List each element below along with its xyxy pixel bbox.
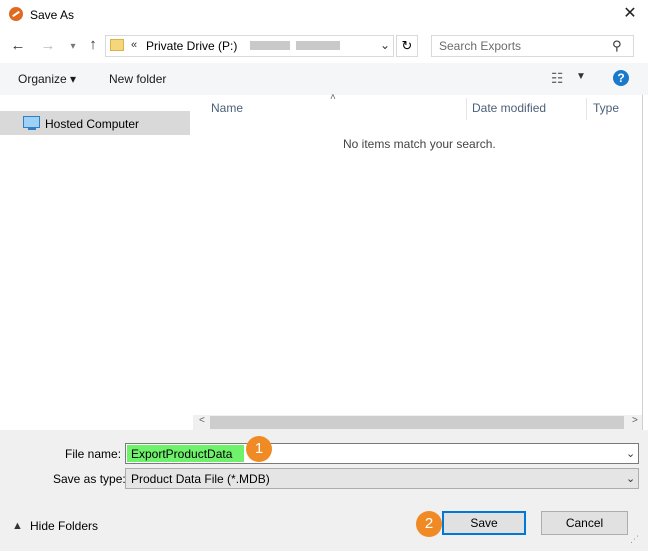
back-arrow-icon[interactable]: ← xyxy=(8,36,28,56)
step-badge-2: 2 xyxy=(416,511,442,537)
save-type-dropdown-icon[interactable]: ⌄ xyxy=(626,472,635,485)
close-icon[interactable]: ✕ xyxy=(619,3,641,25)
window-title: Save As xyxy=(30,8,75,22)
redacted-path-segment xyxy=(296,41,340,50)
up-arrow-icon[interactable]: ↑ xyxy=(83,35,103,55)
navigation-pane xyxy=(0,95,190,430)
view-options-icon[interactable]: ☷ xyxy=(551,70,564,87)
column-header-name[interactable]: Name xyxy=(211,101,243,115)
column-header-date-modified[interactable]: Date modified xyxy=(472,101,546,115)
file-name-label: File name: xyxy=(65,447,122,461)
column-divider[interactable] xyxy=(586,98,587,120)
file-name-dropdown-icon[interactable]: ⌄ xyxy=(626,447,635,460)
app-icon xyxy=(9,7,23,21)
refresh-icon[interactable]: ↻ xyxy=(396,35,418,57)
organize-button[interactable]: Organize ▾ xyxy=(18,72,76,86)
empty-message: No items match your search. xyxy=(343,137,496,151)
step-badge-1: 1 xyxy=(246,436,272,462)
scrollbar-thumb[interactable] xyxy=(210,416,624,429)
column-header-type[interactable]: Type xyxy=(593,101,619,115)
scroll-right-icon[interactable]: > xyxy=(632,415,638,426)
hide-folders-button[interactable]: Hide Folders xyxy=(30,519,98,533)
view-dropdown-icon[interactable]: ▼ xyxy=(576,71,586,82)
search-placeholder: Search Exports xyxy=(439,39,522,53)
redacted-path-segment xyxy=(250,41,290,50)
file-name-value[interactable]: ExportProductData xyxy=(131,447,232,461)
address-path[interactable]: Private Drive (P:) xyxy=(146,39,237,53)
search-icon[interactable]: ⚲ xyxy=(612,38,622,54)
new-folder-button[interactable]: New folder xyxy=(109,72,166,86)
sort-ascending-icon: ˄ xyxy=(330,92,336,103)
save-type-value[interactable]: Product Data File (*.MDB) xyxy=(131,472,270,486)
chevron-up-icon[interactable]: ▲ xyxy=(12,520,23,532)
nav-item-label: Hosted Computer xyxy=(45,117,140,131)
cancel-button[interactable]: Cancel xyxy=(541,511,628,535)
help-icon[interactable]: ? xyxy=(613,70,629,86)
save-type-label: Save as type: xyxy=(53,472,126,486)
address-dropdown-icon[interactable]: ⌄ xyxy=(380,38,390,52)
folder-icon xyxy=(110,39,124,51)
recent-locations-dropdown-icon[interactable]: ▾ xyxy=(63,37,83,57)
scroll-left-icon[interactable]: < xyxy=(199,415,205,426)
computer-icon xyxy=(23,116,40,130)
resize-grip-icon[interactable]: ⋰ xyxy=(630,534,639,545)
forward-arrow-icon[interactable]: → xyxy=(38,36,58,56)
address-overflow-chevron[interactable]: « xyxy=(131,39,137,51)
column-divider[interactable] xyxy=(466,98,467,120)
save-button[interactable]: Save xyxy=(442,511,526,535)
title-bar xyxy=(0,0,648,30)
